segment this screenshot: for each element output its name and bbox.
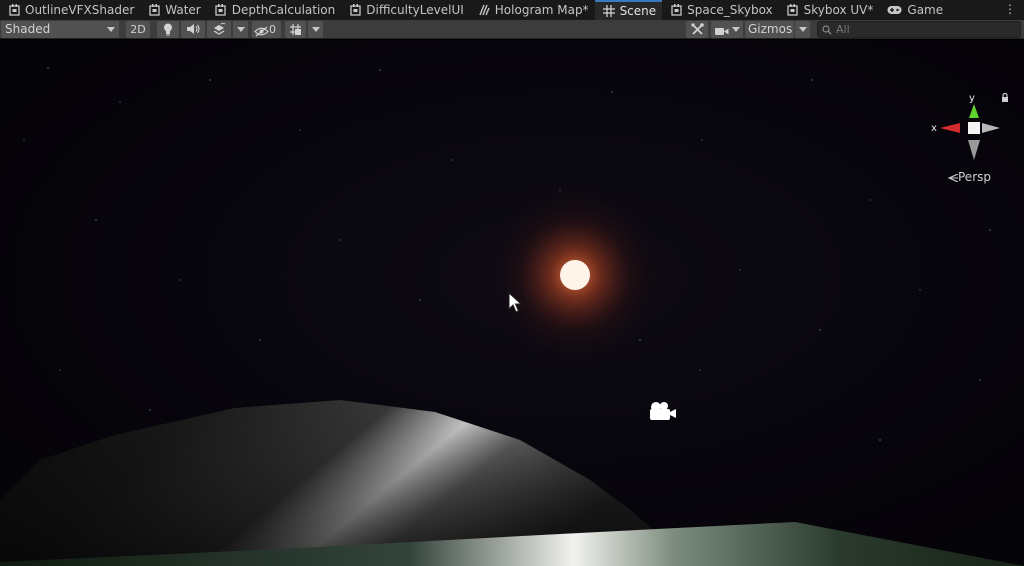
effects-options-dropdown[interactable]: [233, 21, 248, 38]
x-axis-label: x: [931, 123, 937, 134]
y-axis-cone[interactable]: [969, 104, 979, 118]
chevron-down-icon: [311, 27, 320, 32]
tab-difficultylevelui[interactable]: DifficultyLevelUI: [341, 0, 470, 20]
gizmos-toggle-button[interactable]: Gizmos: [745, 21, 794, 38]
shader-graph-icon: [8, 4, 20, 16]
grid-options-dropdown[interactable]: [308, 21, 323, 38]
camera-gizmo-icon[interactable]: [648, 401, 678, 424]
tab-label: DepthCalculation: [231, 3, 336, 17]
tab-outlinevfxshader[interactable]: OutlineVFXShader: [0, 0, 140, 20]
hidden-eye-icon: [254, 24, 269, 37]
tab-label: Scene: [619, 4, 657, 18]
lightbulb-icon: [157, 23, 179, 36]
gizmos-options-dropdown[interactable]: [795, 21, 810, 38]
lighting-toggle-button[interactable]: [157, 21, 179, 38]
grid-snapping-toggle[interactable]: [285, 21, 306, 38]
draw-mode-value: Shaded: [5, 22, 51, 36]
tab-label: Water: [165, 3, 201, 17]
x-axis-cone[interactable]: [940, 123, 960, 133]
tab-label: OutlineVFXShader: [25, 3, 135, 17]
tab-label: Game: [907, 3, 944, 17]
tab-hologram-map[interactable]: Hologram Map*: [470, 0, 595, 20]
chevron-down-icon: [236, 27, 245, 32]
tab-label: Space_Skybox: [687, 3, 773, 17]
shader-graph-icon: [670, 4, 682, 16]
tab-game[interactable]: Game: [879, 0, 949, 20]
vfx-graph-icon: [478, 4, 490, 16]
editor-tab-bar: OutlineVFXShader Water DepthCalculation …: [0, 0, 1024, 20]
toggle-2d-button[interactable]: 2D: [126, 21, 150, 38]
shader-graph-icon: [148, 4, 160, 16]
tab-label: Hologram Map*: [494, 3, 589, 17]
perspective-icon: [947, 171, 959, 185]
scene-viewport[interactable]: x y Persp: [0, 40, 1024, 566]
projection-label: Persp: [958, 170, 991, 184]
tab-water[interactable]: Water: [140, 0, 206, 20]
lock-icon[interactable]: [1001, 91, 1009, 105]
chevron-down-icon: [107, 27, 115, 32]
grid-snap-icon: [285, 23, 306, 36]
hierarchy-search-input[interactable]: All: [817, 21, 1021, 38]
projection-toggle[interactable]: Persp: [947, 170, 991, 185]
effects-toggle-button[interactable]: [207, 21, 231, 38]
grid-icon: [602, 5, 615, 17]
chevron-down-icon: [732, 27, 740, 32]
audio-toggle-button[interactable]: [181, 21, 205, 38]
scene-visibility-toggle[interactable]: 0: [252, 21, 281, 38]
mouse-cursor-icon: [508, 291, 523, 317]
tools-icon: [686, 23, 708, 36]
video-camera-icon: [715, 25, 729, 36]
hidden-objects-count: 0: [269, 23, 276, 36]
tools-toggle-button[interactable]: [686, 21, 708, 38]
tab-label: Skybox UV*: [803, 3, 874, 17]
search-icon: [822, 24, 832, 39]
scene-toolbar: Shaded 2D 0 Gizmos All: [0, 20, 1024, 39]
gizmo-center-cube[interactable]: [968, 122, 980, 134]
scene-orientation-gizmo[interactable]: x y: [928, 92, 1004, 164]
tab-skybox-uv[interactable]: Skybox UV*: [779, 0, 880, 20]
camera-settings-dropdown[interactable]: [711, 21, 743, 38]
tab-scene[interactable]: Scene: [594, 0, 663, 20]
speaker-icon: [181, 23, 205, 35]
draw-mode-dropdown[interactable]: Shaded: [1, 21, 119, 38]
sun[interactable]: [560, 260, 590, 290]
tab-depthcalculation[interactable]: DepthCalculation: [207, 0, 342, 20]
chevron-down-icon: [798, 27, 807, 32]
tab-label: DifficultyLevelUI: [366, 3, 464, 17]
shader-graph-icon: [215, 4, 227, 16]
y-axis-label: y: [969, 93, 975, 104]
layers-effects-icon: [207, 23, 231, 35]
tab-space-skybox[interactable]: Space_Skybox: [662, 0, 779, 20]
tab-options-menu-icon[interactable]: ⋮: [1004, 2, 1016, 16]
neg-x-axis-cone[interactable]: [982, 123, 1000, 133]
shader-graph-icon: [349, 4, 361, 16]
gamepad-icon: [887, 4, 902, 16]
shader-graph-icon: [787, 4, 799, 16]
neg-y-axis-cone[interactable]: [968, 140, 980, 160]
search-placeholder: All: [836, 23, 850, 36]
